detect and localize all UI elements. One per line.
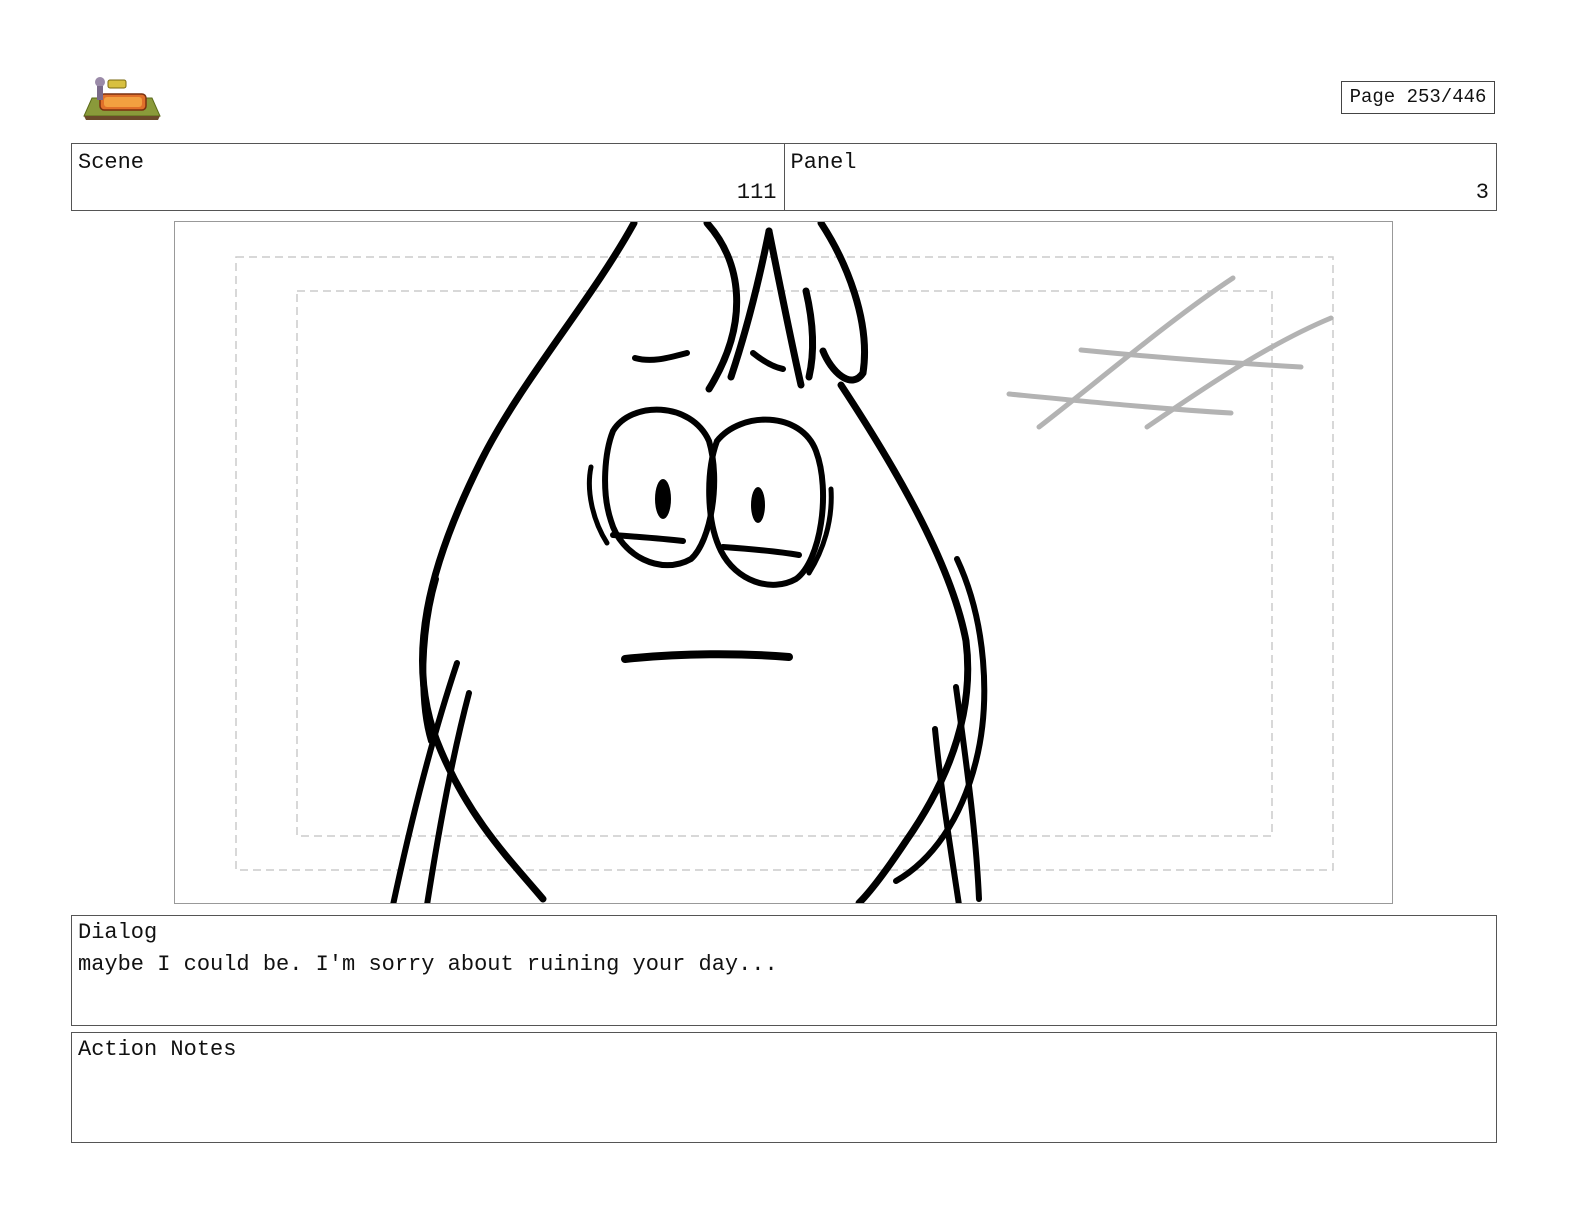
action-notes-box: Action Notes [71, 1032, 1497, 1143]
scene-number: 111 [736, 180, 777, 205]
page-counter: Page 253/446 [1341, 81, 1495, 114]
window-sketch [1006, 275, 1334, 430]
scene-label: Scene [78, 150, 145, 175]
panel-number: 3 [1475, 180, 1489, 205]
left-pupil [655, 479, 671, 519]
mouth [621, 650, 793, 663]
dialog-label: Dialog [78, 920, 158, 945]
dialog-box: Dialog maybe I could be. I'm sorry about… [71, 915, 1497, 1026]
dialog-text: maybe I could be. I'm sorry about ruinin… [78, 952, 778, 977]
scene-cell: Scene 111 [72, 144, 784, 210]
eyes [586, 406, 834, 588]
scene-panel-header: Scene 111 Panel 3 [71, 143, 1497, 211]
character-sketch [235, 222, 1334, 903]
storyboard-panel [174, 221, 1393, 904]
show-logo-icon [82, 72, 162, 122]
hair-strands [703, 222, 868, 393]
action-safe-frame [235, 256, 1334, 871]
head-outline [418, 222, 988, 903]
eyebrows [632, 350, 786, 372]
panel-cell: Panel 3 [783, 144, 1497, 210]
panel-label: Panel [790, 150, 857, 175]
action-notes-label: Action Notes [78, 1037, 237, 1062]
right-pupil [751, 487, 765, 523]
